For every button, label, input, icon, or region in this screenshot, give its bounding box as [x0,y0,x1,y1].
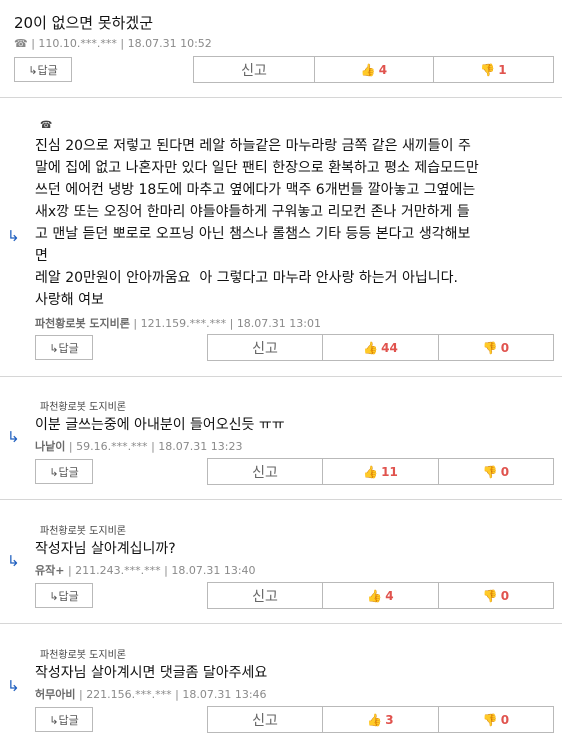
divider [0,376,562,377]
comment-meta: 나낱이 | 59.16.***.*** | 18.07.31 13:23 [35,440,243,453]
downvote-button[interactable]: 👎 0 [438,334,554,361]
report-button[interactable]: 신고 [207,706,323,733]
quoted-author: 파천황로봇 도지비론 [40,526,126,537]
upvote-count: 4 [385,588,394,603]
comment-ip: 59.16.***.*** [76,440,148,453]
upvote-count: 44 [381,340,398,355]
comment-ip: 221.156.***.*** [86,688,172,701]
divider [0,499,562,500]
thumbs-up-icon: 👍 [367,712,383,727]
thumbs-down-icon: 👎 [480,62,496,77]
comment-author[interactable]: 파천황로봇 도지비론 [35,317,130,330]
comment-body: 진심 20으로 저렇고 된다면 레알 하늘같은 마누라랑 금쪽 같은 새끼들이 … [35,138,479,308]
downvote-count: 1 [498,62,507,77]
comment-ip: 211.243.***.*** [75,564,161,577]
thumbs-up-icon: 👍 [367,588,383,603]
quoted-author: 파천황로봇 도지비론 [40,402,126,413]
downvote-button[interactable]: 👎 0 [438,706,554,733]
downvote-button[interactable]: 👎 0 [438,458,554,485]
reply-arrow-icon: ↳ [7,552,20,570]
report-button[interactable]: 신고 [207,582,323,609]
comment-body: 이분 글쓰는중에 아내분이 들어오신듯 ㅠㅠ [35,417,285,433]
upvote-count: 4 [378,62,388,77]
report-button[interactable]: 신고 [207,334,323,361]
upvote-button[interactable]: 👍 11 [322,458,439,485]
upvote-button[interactable]: 👍 3 [322,706,439,733]
upvote-button[interactable]: 👍 4 [322,582,439,609]
reply-button[interactable]: ↳답글 [14,57,72,82]
comment-meta: ☎ | 110.10.***.*** | 18.07.31 10:52 [14,37,212,50]
comment-body: 작성자님 살아계십니까? [35,541,176,557]
thumbs-down-icon: 👎 [482,712,498,727]
thumbs-down-icon: 👎 [482,464,498,479]
comment-date: 18.07.31 13:40 [171,564,256,577]
comment-meta: 허무아비 | 221.156.***.*** | 18.07.31 13:46 [35,688,267,701]
quoted-author: 파천황로봇 도지비론 [40,650,126,661]
quote-phone-icon: ☎ [40,120,53,131]
comment-author[interactable]: 유작+ [35,564,64,577]
reply-arrow-icon: ↳ [7,428,20,446]
reply-button[interactable]: ↳답글 [35,335,93,360]
upvote-button[interactable]: 👍 44 [322,334,439,361]
downvote-count: 0 [500,712,510,727]
comment-ip: 110.10.***.*** [38,37,117,50]
thumbs-up-icon: 👍 [360,62,376,77]
downvote-count: 0 [500,464,510,479]
divider [0,97,562,98]
phone-icon: ☎ [14,37,28,50]
comment-meta: 유작+ | 211.243.***.*** | 18.07.31 13:40 [35,564,256,577]
comment-body: 20이 없으면 못하겠군 [14,14,154,32]
comment-author[interactable]: 허무아비 [35,688,75,701]
reply-arrow-icon: ↳ [7,677,20,695]
reply-button[interactable]: ↳답글 [35,459,93,484]
downvote-button[interactable]: 👎 0 [438,582,554,609]
reply-button[interactable]: ↳답글 [35,583,93,608]
reply-arrow-icon: ↳ [7,227,20,245]
comment-date: 18.07.31 13:01 [236,317,321,330]
upvote-count: 3 [385,712,394,727]
comment-date: 18.07.31 13:23 [158,440,243,453]
comment-ip: 121.159.***.*** [140,317,227,330]
downvote-count: 0 [500,588,510,603]
report-button[interactable]: 신고 [193,56,315,83]
downvote-button[interactable]: 👎 1 [433,56,554,83]
comment-body: 작성자님 살아계시면 댓글좀 달아주세요 [35,665,268,681]
thumbs-up-icon: 👍 [363,464,379,479]
thumbs-down-icon: 👎 [482,588,498,603]
report-button[interactable]: 신고 [207,458,323,485]
comment-meta: 파천황로봇 도지비론 | 121.159.***.*** | 18.07.31 … [35,317,321,330]
thumbs-down-icon: 👎 [482,340,498,355]
comment-author[interactable]: 나낱이 [35,440,65,453]
thumbs-up-icon: 👍 [363,340,379,355]
comment-date: 18.07.31 10:52 [127,37,212,50]
downvote-count: 0 [500,340,510,355]
upvote-button[interactable]: 👍 4 [314,56,434,83]
divider [0,623,562,624]
comment-date: 18.07.31 13:46 [182,688,267,701]
upvote-count: 11 [381,464,398,479]
reply-button[interactable]: ↳답글 [35,707,93,732]
